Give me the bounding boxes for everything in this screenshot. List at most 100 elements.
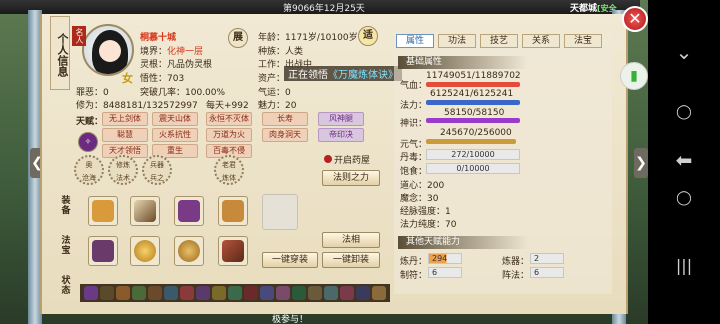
tab-treasures[interactable]: 法宝 [564,34,602,48]
talent-7[interactable]: 万道为火 [206,128,252,142]
boots-icon [222,200,244,222]
nav-circle-icon[interactable]: ◯ [664,104,704,120]
tab-relations[interactable]: 关系 [522,34,560,48]
jingmai-row: 经脉强度：1 [400,204,451,217]
daily-label: 每天+ [206,101,232,111]
treasure-slot-0[interactable] [88,236,118,266]
talent-4[interactable]: 风神腿 [318,112,364,126]
open-furnace-toggle[interactable]: 开启药屋 [324,153,370,166]
fali-label: 法力： [400,101,428,111]
law-power-button[interactable]: 法则之力 [322,170,380,186]
status-icon-9[interactable] [228,286,242,300]
status-icon-10[interactable] [244,286,258,300]
show-seal-button[interactable]: 展 [228,28,248,48]
equip-slot-boots[interactable] [218,196,248,226]
tooltip-prefix: 正在领悟 [288,70,328,81]
character-name: 桐慕十城 [140,33,177,43]
root-value: 凡品伪灵根 [167,60,213,70]
status-icon-5[interactable] [164,286,178,300]
charm-label: 魅力： [258,101,286,111]
jingmai-value: 1 [445,207,451,217]
qi-label: 气运： [258,88,286,98]
close-button[interactable]: ✕ [622,6,648,32]
break-value: 100.00% [185,88,226,98]
status-icon-15[interactable] [324,286,338,300]
status-icon-4[interactable] [148,286,162,300]
nav-recents-icon[interactable]: ||| [664,256,704,275]
dandu-label: 丹毒： [400,153,428,163]
evil-label: 罪恶： [76,88,104,98]
chundu-label: 法力纯度： [400,220,446,230]
liandan-label: 炼丹： [400,257,428,267]
talent-seal-icon[interactable]: ✧ [78,132,98,152]
status-icon-14[interactable] [308,286,322,300]
talent-5[interactable]: 聪慧 [102,128,148,142]
equip-slot-empty[interactable] [262,194,298,230]
equip-slot-bracer[interactable] [174,196,204,226]
talent-1[interactable]: 震天山体 [152,112,198,126]
status-icon-13[interactable] [292,286,306,300]
tab-attributes[interactable]: 属性 [396,34,434,48]
qixue-value: 11749051/11889702 [426,71,521,81]
monian-value: 30 [427,194,439,204]
status-icon-6[interactable] [180,286,194,300]
qixue-bar [426,82,520,87]
next-arrow-button[interactable]: ❯ [634,148,648,178]
status-icon-0[interactable] [84,286,98,300]
skill-0-line2: 沧海 [82,174,96,182]
talent-9[interactable]: 帝印决 [318,128,364,142]
status-icon-1[interactable] [100,286,114,300]
nav-back-icon[interactable]: ⬅ [664,148,704,172]
talent-0[interactable]: 无上剑体 [102,112,148,126]
dandu-bar: 272/10000 [426,149,520,160]
gender-icon: 女 [122,72,133,85]
daoxin-row: 道心：200 [400,178,444,191]
remove-all-button[interactable]: 一键卸装 [322,252,380,268]
yuanqi-value: 245670/256000 [440,128,512,138]
treasure-slot-3[interactable] [218,236,248,266]
status-icon-12[interactable] [276,286,290,300]
portrait-tab-label[interactable]: 个人信息 [50,16,70,90]
tab-techniques[interactable]: 功法 [438,34,476,48]
qi-value: 0 [285,88,291,98]
avatar[interactable] [82,24,134,76]
break-row: 突破几率：100.00% [140,85,225,98]
talent-6[interactable]: 火系抗性 [152,128,198,142]
status-icon-7[interactable] [196,286,210,300]
equip-slot-sword[interactable] [130,196,160,226]
status-section-label: 状态 [61,276,71,296]
treasure-slot-2[interactable] [174,236,204,266]
status-icon-17[interactable] [356,286,370,300]
talent-3[interactable]: 长寿 [262,112,308,126]
tab-skills[interactable]: 技艺 [480,34,518,48]
daoxin-label: 道心： [400,181,428,191]
faxiang-button[interactable]: 法相 [322,232,380,248]
status-icon-18[interactable] [372,286,386,300]
talent-2[interactable]: 永恒不灭体 [206,112,252,126]
wear-all-button[interactable]: 一键穿装 [262,252,318,268]
treasure-ring-icon [178,240,200,262]
skill-slot-3[interactable]: 老君 炼体 [214,155,244,185]
nav-home-icon[interactable]: ◯ [664,190,704,206]
status-icon-11[interactable] [260,286,274,300]
age-row: 年龄：1171岁/10100岁 [258,30,358,43]
city-name: 天都城[安全 [570,1,617,14]
status-icon-16[interactable] [340,286,354,300]
sword-icon [134,200,156,222]
skill-slot-0[interactable]: 奥沧海 [74,155,104,185]
move-seal-button[interactable]: 适 [358,26,378,46]
chevron-down-icon[interactable]: ⌄ [664,40,704,64]
status-icon-3[interactable] [132,286,146,300]
status-icon-2[interactable] [116,286,130,300]
talent-8[interactable]: 肉身洞天 [262,128,308,142]
performance-overlay-icon[interactable]: ▮ [620,62,648,90]
status-icon-8[interactable] [212,286,226,300]
cult-value: 8488181/132572997 [103,101,198,111]
skill-slot-2[interactable]: 兵器 兵之 [142,155,172,185]
equip-slot-robe[interactable] [88,196,118,226]
asset-label: 资产： [258,74,286,84]
skill-slot-1[interactable]: 修炼 法术 [108,155,138,185]
baoshi-bar: 0/10000 [426,163,520,174]
treasure-slot-1[interactable] [130,236,160,266]
fali-bar [426,100,520,105]
